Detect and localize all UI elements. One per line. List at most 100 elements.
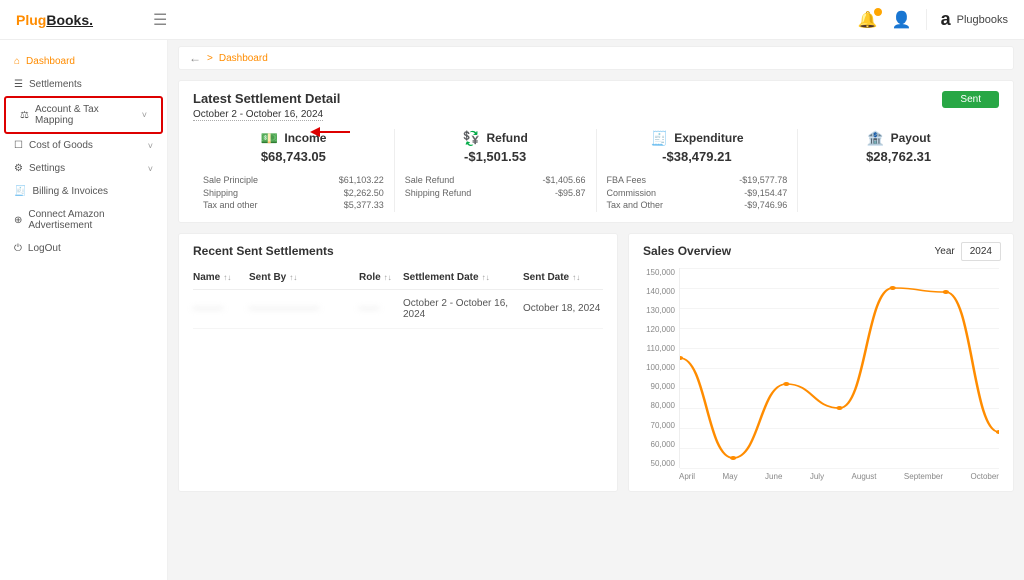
x-tick: September: [904, 472, 943, 481]
x-tick: June: [765, 472, 782, 481]
sidebar-label: Connect Amazon Advertisement: [28, 209, 153, 231]
metric-value: -$38,479.21: [607, 149, 788, 164]
y-tick: 140,000: [643, 287, 675, 296]
th-role[interactable]: Role↑↓: [359, 272, 403, 283]
metrics-row: 💵Income$68,743.05Sale Principle$61,103.2…: [193, 129, 999, 212]
sidebar-icon: ⏻: [14, 243, 22, 254]
crumb-dashboard[interactable]: Dashboard: [219, 53, 268, 64]
latest-settlement-card: Latest Settlement Detail October 2 - Oct…: [178, 80, 1014, 223]
sidebar-item-connect-amazon-advertisement[interactable]: ⊕ Connect Amazon Advertisement: [0, 203, 167, 237]
sidebar-label: LogOut: [28, 243, 61, 254]
metric-breakdown-row: Commission-$9,154.47: [607, 187, 788, 200]
metric-icon: 🧾: [650, 129, 668, 147]
metric-expenditure: 🧾Expenditure-$38,479.21FBA Fees-$19,577.…: [597, 129, 799, 212]
metric-icon: 💵: [260, 129, 278, 147]
metric-breakdown-row: Shipping Refund-$95.87: [405, 187, 586, 200]
cell-sentby: ———————: [249, 298, 359, 320]
sidebar-item-billing-invoices[interactable]: 🧾Billing & Invoices: [0, 180, 167, 203]
cell-name: ———: [193, 298, 249, 320]
metric-refund: 💱Refund-$1,501.53Sale Refund-$1,405.66Sh…: [395, 129, 597, 212]
sort-icon: ↑↓: [482, 273, 490, 282]
hamburger-icon[interactable]: ☰: [153, 10, 167, 30]
y-tick: 110,000: [643, 344, 675, 353]
metric-payout: 🏦 Payout $28,762.31: [798, 129, 999, 212]
amazon-account[interactable]: a Plugbooks: [926, 9, 1008, 30]
notification-badge: [874, 8, 882, 16]
sidebar-label: Settlements: [29, 79, 82, 90]
sidebar-item-settlements[interactable]: ☰ Settlements: [0, 73, 167, 96]
brand-books: Books.: [46, 12, 93, 28]
cell-settlement-date: October 2 - October 16, 2024: [403, 298, 523, 320]
metric-value: $68,743.05: [203, 149, 384, 164]
bottom-row: Recent Sent Settlements Name↑↓ Sent By↑↓…: [178, 233, 1014, 492]
metric-value: $28,762.31: [808, 149, 989, 164]
chevron-down-icon: ˅: [142, 110, 147, 120]
y-tick: 70,000: [643, 421, 675, 430]
chevron-down-icon: ˅: [148, 164, 153, 174]
user-icon[interactable]: 👤: [892, 10, 912, 30]
data-point[interactable]: [783, 382, 789, 386]
topbar-right: 🔔 👤 a Plugbooks: [858, 9, 1008, 30]
brand-plug: Plug: [16, 12, 46, 28]
sidebar-item-account-tax-mapping[interactable]: ⚖Account & Tax Mapping˅: [4, 96, 163, 134]
th-settlement-date[interactable]: Settlement Date↑↓: [403, 272, 523, 283]
th-sent-date[interactable]: Sent Date↑↓: [523, 272, 603, 283]
th-name[interactable]: Name↑↓: [193, 272, 249, 283]
breadcrumb: ← > Dashboard: [178, 46, 1014, 70]
y-tick: 80,000: [643, 401, 675, 410]
sidebar-item-cost-of-goods[interactable]: ☐Cost of Goods˅: [0, 134, 167, 157]
sidebar: ⌂Dashboard☰Settlements⚖Account & Tax Map…: [0, 40, 168, 580]
sidebar-icon: ☐: [14, 140, 23, 151]
back-icon[interactable]: ←: [189, 51, 201, 65]
notifications-icon[interactable]: 🔔: [858, 10, 878, 30]
cell-sent-date: October 18, 2024: [523, 298, 603, 320]
metric-label: Payout: [891, 131, 931, 145]
x-tick: August: [852, 472, 877, 481]
sidebar-icon: ☰: [14, 79, 23, 90]
y-tick: 50,000: [643, 459, 675, 468]
metric-icon: 🏦: [867, 129, 885, 147]
data-point[interactable]: [680, 356, 683, 360]
x-tick: July: [810, 472, 824, 481]
data-point[interactable]: [943, 290, 949, 294]
th-sentby[interactable]: Sent By↑↓: [249, 272, 359, 283]
metric-breakdown-row: Tax and Other-$9,746.96: [607, 199, 788, 212]
sidebar-item-dashboard[interactable]: ⌂Dashboard: [0, 50, 167, 73]
sidebar-item-settings[interactable]: ⚙ Settings ˅: [0, 157, 167, 180]
sent-badge: Sent: [942, 91, 999, 108]
x-tick: April: [679, 472, 695, 481]
metric-label: Income: [284, 131, 326, 145]
settlement-title: Latest Settlement Detail: [193, 91, 999, 106]
sort-icon: ↑↓: [289, 273, 297, 282]
crumb-sep: >: [207, 53, 213, 64]
metric-breakdown-row: FBA Fees-$19,577.78: [607, 174, 788, 187]
chart-area: 150,000140,000130,000120,000110,000100,0…: [643, 268, 999, 468]
metric-breakdown-row: Sale Refund-$1,405.66: [405, 174, 586, 187]
year-value[interactable]: 2024: [961, 242, 1001, 261]
cell-role: ——: [359, 298, 403, 320]
sidebar-label: Account & Tax Mapping: [35, 104, 136, 126]
sidebar-icon: ⚙: [14, 163, 23, 174]
table-row[interactable]: ——— ——————— —— October 2 - October 16, 2…: [193, 290, 603, 329]
year-label: Year: [935, 246, 955, 257]
amazon-account-name: Plugbooks: [957, 14, 1008, 26]
brand-logo[interactable]: PlugBooks.: [16, 12, 93, 28]
table-header: Name↑↓ Sent By↑↓ Role↑↓ Settlement Date↑…: [193, 266, 603, 290]
x-tick: October: [971, 472, 999, 481]
y-axis: 150,000140,000130,000120,000110,000100,0…: [643, 268, 679, 468]
y-tick: 60,000: [643, 440, 675, 449]
sort-icon: ↑↓: [384, 273, 392, 282]
sort-icon: ↑↓: [223, 273, 231, 282]
data-point[interactable]: [730, 456, 736, 460]
sort-icon: ↑↓: [572, 273, 580, 282]
data-point[interactable]: [836, 406, 842, 410]
sales-overview-card: Sales Overview Year 2024 150,000140,0001…: [628, 233, 1014, 492]
sidebar-label: Cost of Goods: [29, 140, 93, 151]
sidebar-icon: ⊕: [14, 215, 22, 226]
sidebar-label: Billing & Invoices: [32, 186, 108, 197]
y-tick: 120,000: [643, 325, 675, 334]
sidebar-item-logout[interactable]: ⏻ LogOut: [0, 237, 167, 260]
layout: ⌂Dashboard☰Settlements⚖Account & Tax Map…: [0, 40, 1024, 580]
sidebar-label: Settings: [29, 163, 65, 174]
data-point[interactable]: [889, 286, 895, 290]
